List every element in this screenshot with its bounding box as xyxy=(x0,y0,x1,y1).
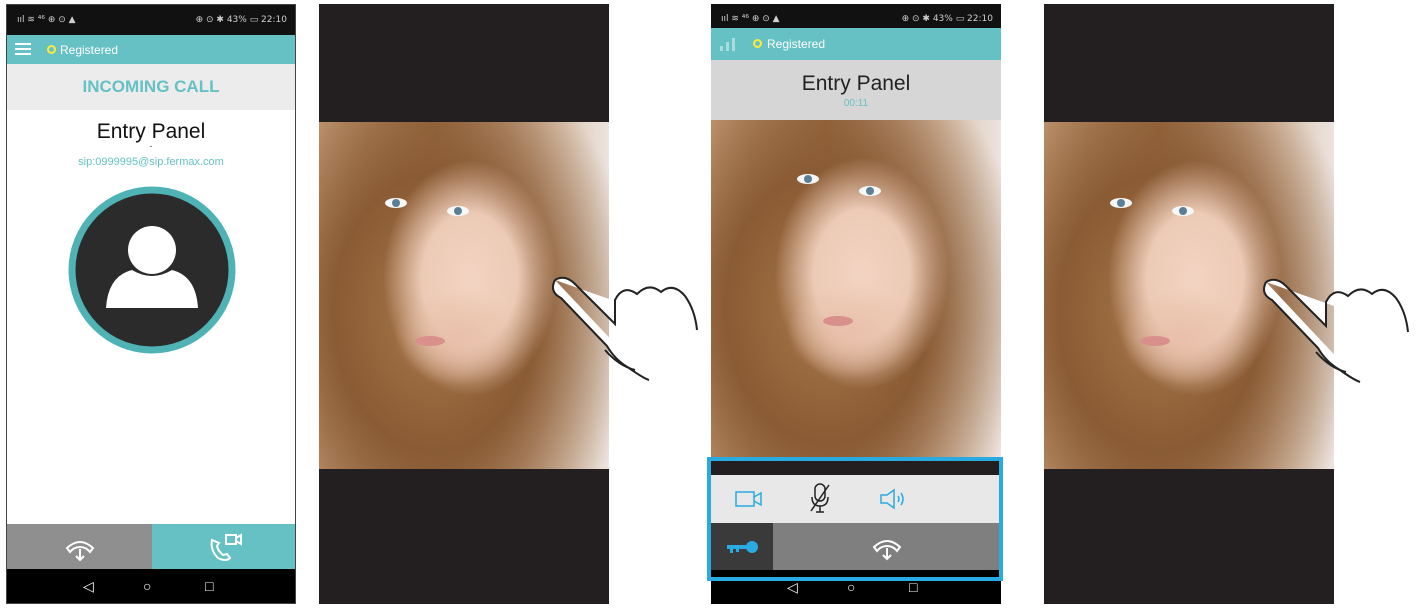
video-call-icon xyxy=(210,533,242,561)
status-bar-right: ⊕ ⊙ ✱ 43% ▭ 22:10 xyxy=(195,15,287,25)
status-bar-left: ııl ≋ ⁴⁶ ⊕ ⊙ ▲ xyxy=(17,15,76,25)
status-bar-left: ııl ≋ ⁴⁶ ⊕ ⊙ ▲ xyxy=(721,14,780,24)
recents-icon[interactable]: □ xyxy=(909,579,917,595)
face-detail xyxy=(797,174,819,184)
face-detail xyxy=(447,206,469,216)
face-detail xyxy=(415,336,445,346)
face-detail xyxy=(823,316,853,326)
signal-strength-icon xyxy=(720,38,735,51)
incoming-call-title: INCOMING CALL xyxy=(82,77,220,96)
tap-gesture-hand-icon xyxy=(552,276,698,381)
face-detail xyxy=(1172,206,1194,216)
back-icon[interactable]: ◁ xyxy=(787,579,798,596)
caller-sip-address: sip:0999995@sip.fermax.com xyxy=(78,156,224,168)
home-icon[interactable]: ○ xyxy=(143,578,151,594)
tap-gesture-hand-icon xyxy=(1263,278,1409,383)
face-detail xyxy=(859,186,881,196)
recents-icon[interactable]: □ xyxy=(205,578,213,594)
call-timer: 00:11 xyxy=(843,98,869,109)
registration-bar: Registered xyxy=(711,28,1001,60)
answer-video-call-button[interactable] xyxy=(152,524,295,572)
back-icon[interactable]: ◁ xyxy=(83,578,94,595)
avatar xyxy=(68,186,236,354)
caller-name: Entry Panel xyxy=(801,72,911,95)
controls-highlight-frame xyxy=(707,457,1003,581)
face-detail xyxy=(385,198,407,208)
registered-label: Registered xyxy=(767,37,826,51)
registered-status-dot xyxy=(753,39,762,48)
hamburger-icon[interactable] xyxy=(15,42,31,56)
incoming-call-screen: ııl ≋ ⁴⁶ ⊕ ⊙ ▲ ⊕ ⊙ ✱ 43% ▭ 22:10 Registe… xyxy=(6,4,296,604)
face-detail xyxy=(1140,336,1170,346)
status-bar-right: ⊕ ⊙ ✱ 43% ▭ 22:10 xyxy=(901,14,993,24)
reject-call-button[interactable] xyxy=(7,524,152,572)
registered-label: Registered xyxy=(60,43,119,57)
registered-status-dot xyxy=(47,45,56,54)
call-header: Entry Panel 00:11 xyxy=(711,60,1001,120)
camera-video-feed[interactable] xyxy=(711,120,1001,461)
home-icon[interactable]: ○ xyxy=(847,579,855,595)
hangup-icon xyxy=(65,541,95,562)
android-navigation-bar: ◁ ○ □ xyxy=(7,569,295,603)
incoming-call-header: INCOMING CALL xyxy=(7,64,295,110)
registration-bar: Registered xyxy=(7,35,295,64)
status-bar: ııl ≋ ⁴⁶ ⊕ ⊙ ▲ ⊕ ⊙ ✱ 43% ▭ 22:10 xyxy=(7,5,295,35)
face-detail xyxy=(1110,198,1132,208)
caller-separator: - xyxy=(149,141,153,151)
